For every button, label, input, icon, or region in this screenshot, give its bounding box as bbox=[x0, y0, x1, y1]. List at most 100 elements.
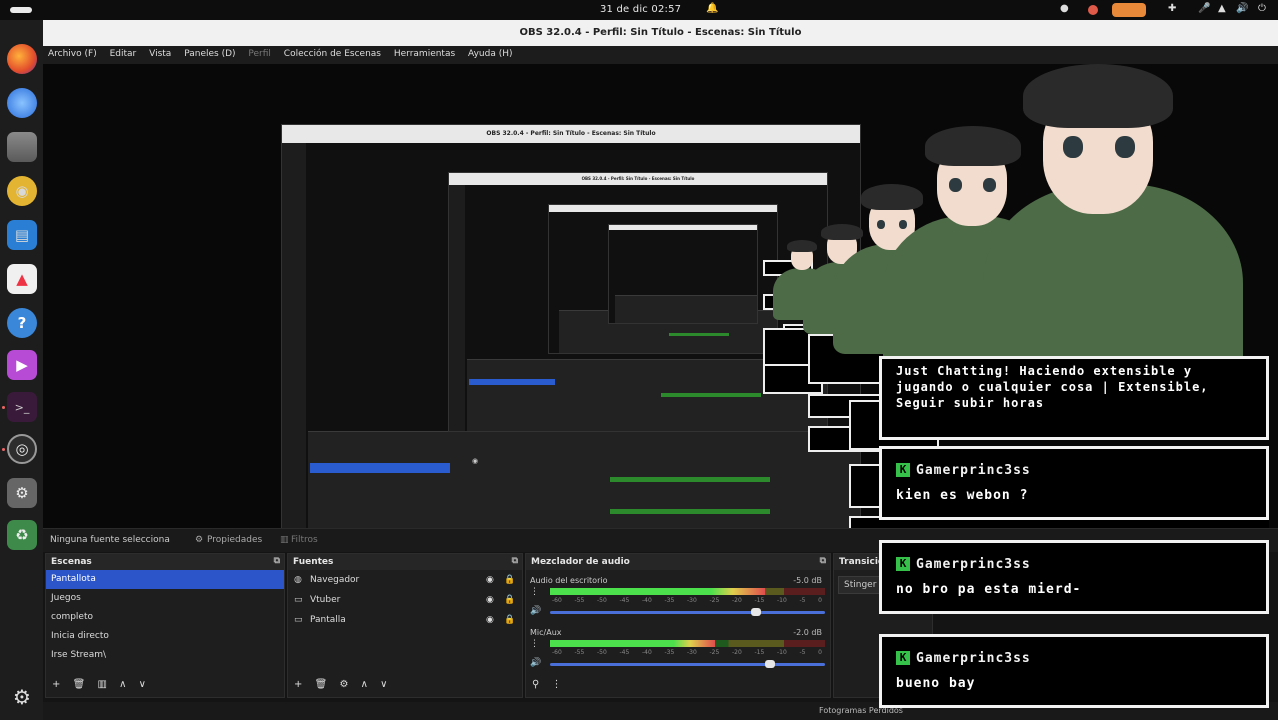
power-icon[interactable]: ⏻ bbox=[1258, 3, 1266, 14]
screen-share-icon[interactable]: ● bbox=[1060, 3, 1069, 14]
menu-editar[interactable]: Editar bbox=[105, 46, 142, 59]
chat-message: K Gamerprinc3ss kien es webon ? bbox=[879, 446, 1269, 520]
add-source-icon[interactable]: + bbox=[294, 679, 302, 690]
fader-knob[interactable] bbox=[765, 660, 775, 668]
menu-archivo[interactable]: Archivo (F) bbox=[43, 46, 102, 59]
move-up-icon[interactable]: ∧ bbox=[119, 679, 126, 690]
level-meter-fill bbox=[550, 640, 715, 647]
thunderbird-icon[interactable] bbox=[7, 88, 37, 118]
show-apps-icon[interactable]: ⚙ bbox=[7, 682, 37, 712]
source-item[interactable]: ▭ Pantalla ◉ 🔒 bbox=[288, 610, 522, 630]
menu-ayuda[interactable]: Ayuda (H) bbox=[463, 46, 517, 59]
nested-scene-selected bbox=[469, 379, 555, 385]
filters-button[interactable]: Filtros bbox=[291, 535, 318, 545]
move-down-icon[interactable]: ∨ bbox=[139, 679, 146, 690]
channel-menu-icon[interactable]: ⋮ bbox=[530, 639, 539, 649]
channel-menu-icon[interactable]: ⋮ bbox=[530, 587, 539, 597]
nested-panels bbox=[308, 431, 860, 528]
files-icon[interactable] bbox=[7, 132, 37, 162]
nested-panels bbox=[615, 295, 757, 323]
fader-knob[interactable] bbox=[751, 608, 762, 616]
settings-icon[interactable]: ⚙ bbox=[7, 478, 37, 508]
chat-username: Gamerprinc3ss bbox=[916, 651, 1031, 666]
source-label: Pantalla bbox=[310, 615, 346, 625]
bell-icon: 🔔 bbox=[706, 3, 719, 14]
writer-icon[interactable]: ▤ bbox=[7, 220, 37, 250]
remove-scene-icon[interactable]: 🗑 bbox=[73, 679, 86, 690]
chat-text: kien es webon ? bbox=[896, 488, 1029, 503]
source-item[interactable]: ◍ Navegador ◉ 🔒 bbox=[288, 570, 522, 590]
level-meter bbox=[550, 640, 825, 647]
extensions-icon[interactable] bbox=[1112, 3, 1146, 17]
source-label: Navegador bbox=[310, 575, 360, 585]
scene-item[interactable]: Pantallota bbox=[46, 570, 284, 589]
mic-icon[interactable]: 🎤 bbox=[1198, 3, 1210, 14]
visibility-eye-icon[interactable]: ◉ bbox=[486, 610, 494, 630]
clock[interactable]: 31 de dic 02:57 bbox=[600, 4, 681, 15]
nested-globe-icon: ◉ bbox=[472, 457, 479, 465]
nested-scene-selected bbox=[310, 463, 450, 473]
meter-tick-label: -35 bbox=[664, 649, 675, 656]
meter-tick-label: -15 bbox=[754, 649, 765, 656]
scene-filters-icon[interactable]: ▥ bbox=[97, 679, 106, 690]
visibility-eye-icon[interactable]: ◉ bbox=[486, 570, 494, 590]
video-icon[interactable]: ▶ bbox=[7, 350, 37, 380]
menu-paneles[interactable]: Paneles (D) bbox=[179, 46, 240, 59]
preview-canvas[interactable]: OBS 32.0.4 - Perfil: Sin Título - Escena… bbox=[43, 64, 1278, 528]
speaker-icon[interactable]: 🔊 bbox=[530, 606, 541, 616]
meter-ticks: -60 -55 -50 -45 -40 -35 -30 -25 -20 -15 -10 -5 0 bbox=[552, 597, 822, 604]
scene-item[interactable]: Inicia directo bbox=[46, 627, 284, 646]
properties-button[interactable]: Propiedades bbox=[207, 535, 262, 545]
move-up-icon[interactable]: ∧ bbox=[361, 679, 368, 690]
wifi-icon[interactable]: ▲ bbox=[1218, 3, 1226, 14]
level-meter-fill bbox=[550, 588, 765, 595]
source-properties-icon[interactable]: ⚙ bbox=[339, 679, 348, 690]
volume-fader[interactable] bbox=[550, 660, 825, 668]
firefox-icon[interactable] bbox=[7, 44, 37, 74]
mixer-channel: Mic/Aux -2.0 dB ⋮ -60 -55 -50 -45 -40 -35 -30-… bbox=[530, 628, 826, 676]
meter-tick-label: -40 bbox=[642, 597, 652, 604]
pin-icon[interactable]: ✚ bbox=[1168, 3, 1176, 14]
record-indicator-icon[interactable] bbox=[1088, 5, 1098, 15]
meter-tick-label: -20 bbox=[732, 597, 742, 604]
scene-item[interactable]: completo bbox=[46, 608, 284, 627]
kick-icon: K bbox=[896, 556, 910, 571]
lock-icon[interactable]: 🔒 bbox=[504, 590, 515, 610]
speaker-icon[interactable]: 🔊 bbox=[530, 658, 541, 668]
menu-vista[interactable]: Vista bbox=[144, 46, 176, 59]
undock-icon[interactable]: ⧉ bbox=[274, 556, 280, 566]
visibility-eye-icon[interactable]: ◉ bbox=[486, 590, 494, 610]
meter-tick-label: -15 bbox=[754, 597, 765, 604]
scene-item[interactable]: Irse Stream\ bbox=[46, 646, 284, 665]
terminal-icon[interactable]: >_ bbox=[7, 392, 37, 422]
add-scene-icon[interactable]: + bbox=[52, 679, 60, 690]
running-indicator bbox=[2, 448, 5, 451]
undock-icon[interactable]: ⧉ bbox=[820, 556, 826, 566]
rhythmbox-icon[interactable]: ◉ bbox=[7, 176, 37, 206]
trash-icon[interactable]: ♻ bbox=[7, 520, 37, 550]
mixer-menu-icon[interactable]: ⋮ bbox=[552, 679, 562, 690]
source-item[interactable]: ▭ Vtuber ◉ 🔒 bbox=[288, 590, 522, 610]
menu-coleccion[interactable]: Colección de Escenas bbox=[279, 46, 386, 59]
menu-perfil[interactable]: Perfil bbox=[243, 46, 276, 59]
menu-herramientas[interactable]: Herramientas bbox=[389, 46, 460, 59]
move-down-icon[interactable]: ∨ bbox=[380, 679, 387, 690]
remove-source-icon[interactable]: 🗑 bbox=[315, 679, 328, 690]
meter-tick-label: -30 bbox=[687, 649, 697, 656]
help-icon[interactable]: ? bbox=[7, 308, 37, 338]
app-center-icon[interactable]: ▲ bbox=[7, 264, 37, 294]
scene-item[interactable]: Juegos bbox=[46, 589, 284, 608]
meter-tick-label: -50 bbox=[597, 649, 607, 656]
activities-button[interactable] bbox=[10, 7, 32, 13]
filter-icon: ▥ bbox=[280, 535, 289, 545]
volume-icon[interactable]: 🔊 bbox=[1236, 3, 1248, 14]
undock-icon[interactable]: ⧉ bbox=[512, 556, 518, 566]
volume-fader[interactable] bbox=[550, 608, 825, 616]
lock-icon[interactable]: 🔒 bbox=[504, 610, 515, 630]
advanced-audio-icon[interactable]: ⚲ bbox=[532, 679, 539, 690]
menu-bar: Archivo (F) Editar Vista Paneles (D) Per… bbox=[43, 46, 1278, 64]
meter-ticks: -60 -55 -50 -45 -40 -35 -30 -25 -20 -15 -10 -5 0 bbox=[552, 649, 822, 656]
lock-icon[interactable]: 🔒 bbox=[504, 570, 515, 590]
nested-capture bbox=[608, 224, 758, 324]
obs-icon[interactable]: ◎ bbox=[7, 434, 37, 464]
